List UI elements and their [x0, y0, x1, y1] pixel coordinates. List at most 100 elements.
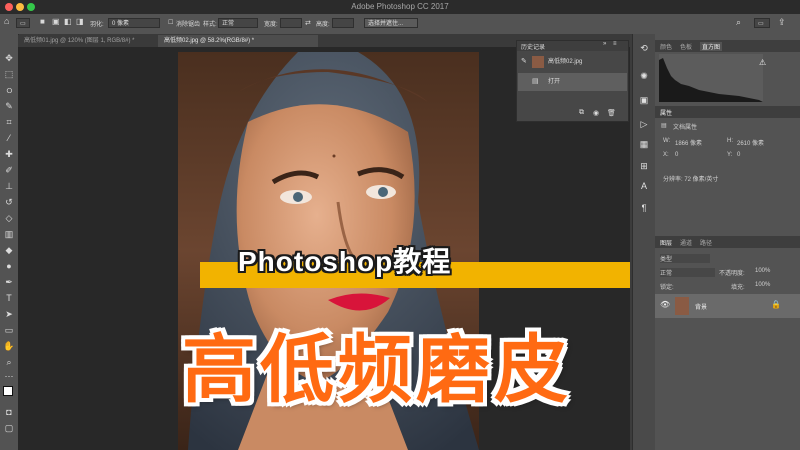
history-snapshot[interactable]: ✎ 高低频02.jpg	[518, 53, 627, 71]
workspace-icon[interactable]: ▭	[754, 18, 770, 28]
adjustments-panel-icon[interactable]: ⊞	[638, 160, 650, 172]
healing-brush-tool-icon[interactable]: ✚	[3, 148, 15, 160]
width-prop-value[interactable]: 1866 像素	[675, 138, 702, 147]
delete-state-icon[interactable]: 🗑	[607, 109, 616, 117]
eyedropper-tool-icon[interactable]: ⁄	[3, 132, 15, 144]
blend-mode-select[interactable]: 正常	[660, 268, 715, 277]
type-tool-icon[interactable]: T	[3, 292, 15, 304]
tab-document-02[interactable]: 高低频02.jpg @ 58.2%(RGB/8#) *	[158, 35, 318, 47]
move-tool-icon[interactable]: ✥	[3, 52, 15, 64]
history-step-open[interactable]: ▤ 打开	[518, 73, 627, 91]
collapse-icon[interactable]: »	[603, 41, 606, 47]
history-panel-icon[interactable]: ⟲	[638, 42, 650, 54]
tab-label: 高低频02.jpg @ 58.2%(RGB/8#) *	[164, 38, 255, 44]
new-document-from-state-icon[interactable]: ⧉	[579, 109, 584, 117]
tab-paths[interactable]: 路径	[700, 238, 712, 247]
layer-row-background[interactable]: 👁 背景 🔒	[655, 294, 800, 318]
history-brush-tool-icon[interactable]: ↺	[3, 196, 15, 208]
select-and-mask-button[interactable]: 选择并遮住...	[364, 18, 418, 28]
resolution-text: 分辨率: 72 像素/英寸	[663, 177, 719, 183]
properties-title[interactable]: 属性	[660, 108, 672, 117]
subtract-selection-icon[interactable]: ◧	[64, 17, 72, 26]
foreground-color-swatch[interactable]	[3, 386, 13, 396]
zoom-tool-icon[interactable]: ⌕	[3, 356, 15, 368]
pen-tool-icon[interactable]: ✒	[3, 276, 15, 288]
style-select[interactable]: 正常	[218, 18, 258, 28]
layers-panel-header: 图层 通道 路径	[655, 236, 800, 248]
info-panel-icon[interactable]: ▣	[638, 94, 650, 106]
search-icon[interactable]: ⌕	[736, 17, 741, 28]
width-prop-label: W:	[663, 138, 671, 144]
properties-panel-header: 属性	[655, 106, 800, 118]
style-label: 样式:	[203, 22, 217, 28]
new-selection-icon[interactable]: ■	[40, 17, 45, 26]
feather-label: 羽化:	[90, 22, 104, 28]
window-title: Adobe Photoshop CC 2017	[351, 2, 449, 11]
tab-swatches[interactable]: 色板	[680, 42, 692, 51]
history-step-label: 打开	[548, 79, 561, 85]
x-prop-value[interactable]: 0	[675, 152, 678, 158]
panel-menu-icon[interactable]: ≡	[613, 41, 617, 47]
dodge-tool-icon[interactable]: ●	[3, 260, 15, 272]
marquee-tool-icon[interactable]: ⬚	[3, 68, 15, 80]
screen-mode-icon[interactable]: ▢	[3, 422, 15, 434]
quick-mask-icon[interactable]: ◘	[3, 406, 15, 418]
swap-icon[interactable]: ⇄	[305, 19, 311, 27]
share-icon[interactable]: ⇪	[778, 17, 786, 28]
eraser-tool-icon[interactable]: ◇	[3, 212, 15, 224]
width-input[interactable]	[280, 18, 302, 28]
lock-label: 锁定:	[660, 285, 674, 291]
intersect-selection-icon[interactable]: ◨	[76, 17, 84, 26]
visibility-eye-icon[interactable]: 👁	[660, 300, 670, 309]
navigator-panel-icon[interactable]: ✺	[638, 70, 650, 82]
height-prop-value[interactable]: 2610 像素	[737, 138, 764, 147]
y-prop-value[interactable]: 0	[737, 152, 740, 158]
path-select-tool-icon[interactable]: ➤	[3, 308, 15, 320]
add-selection-icon[interactable]: ▣	[52, 17, 60, 26]
marquee-preset-picker[interactable]: ▭	[16, 18, 30, 28]
width-label: 宽度:	[264, 22, 278, 28]
histogram-warning-icon[interactable]: ⚠	[759, 58, 766, 67]
blur-tool-icon[interactable]: ◆	[3, 244, 15, 256]
antialias-checkbox[interactable]: ☐	[168, 19, 173, 26]
x-prop-label: X:	[663, 152, 669, 158]
libraries-panel-icon[interactable]: ▦	[638, 138, 650, 150]
histogram-graph	[659, 54, 763, 102]
snapshot-camera-icon[interactable]: ◉	[593, 109, 599, 117]
paragraph-panel-icon[interactable]: ¶	[638, 202, 650, 214]
opacity-value[interactable]: 100%	[755, 268, 770, 274]
tab-channels[interactable]: 通道	[680, 238, 692, 247]
feather-input[interactable]: 0 像素	[108, 18, 160, 28]
tab-histogram[interactable]: 直方图	[700, 42, 723, 51]
tab-layers[interactable]: 图层	[660, 238, 672, 247]
opacity-label: 不透明度:	[719, 271, 745, 277]
shape-tool-icon[interactable]: ▭	[3, 324, 15, 336]
brush-tool-icon[interactable]: ✐	[3, 164, 15, 176]
blend-mode-value: 正常	[660, 271, 673, 277]
lasso-tool-icon[interactable]: ഠ	[3, 84, 15, 96]
right-panel-dock: 颜色 色板 直方图 ⚠ 属性 ▤ 文档属性 W: 1866 像素 H: 2610…	[655, 34, 800, 450]
history-tab[interactable]: 历史记录	[521, 42, 545, 51]
tab-label: 高低频01.jpg @ 120% (图层 1, RGB/8#) *	[24, 38, 135, 44]
snapshot-thumbnail	[532, 56, 544, 68]
tab-color[interactable]: 颜色	[660, 42, 672, 51]
crop-tool-icon[interactable]: ⌗	[3, 116, 15, 128]
character-panel-icon[interactable]: A	[638, 180, 650, 192]
height-input[interactable]	[332, 18, 354, 28]
actions-panel-icon[interactable]: ▷	[638, 118, 650, 130]
panel-icon-strip: ⟲ ✺ ▣ ▷ ▦ ⊞ A ¶	[632, 34, 655, 450]
fill-label: 填充:	[731, 285, 745, 291]
clone-stamp-tool-icon[interactable]: ⊥	[3, 180, 15, 192]
home-icon[interactable]: ⌂	[4, 16, 9, 26]
more-tools-icon[interactable]: ⋯	[3, 370, 15, 382]
tutorial-banner-text: Photoshop教程	[238, 246, 452, 277]
quick-select-tool-icon[interactable]: ✎	[3, 100, 15, 112]
y-prop-label: Y:	[727, 152, 733, 158]
history-brush-source-icon[interactable]: ✎	[521, 53, 527, 71]
layer-kind-filter[interactable]: 类型	[660, 254, 710, 263]
gradient-tool-icon[interactable]: ▥	[3, 228, 15, 240]
tab-document-01[interactable]: 高低频01.jpg @ 120% (图层 1, RGB/8#) *	[18, 35, 158, 47]
fill-value[interactable]: 100%	[755, 282, 770, 288]
hand-tool-icon[interactable]: ✋	[3, 340, 15, 352]
height-prop-label: H:	[727, 138, 733, 144]
